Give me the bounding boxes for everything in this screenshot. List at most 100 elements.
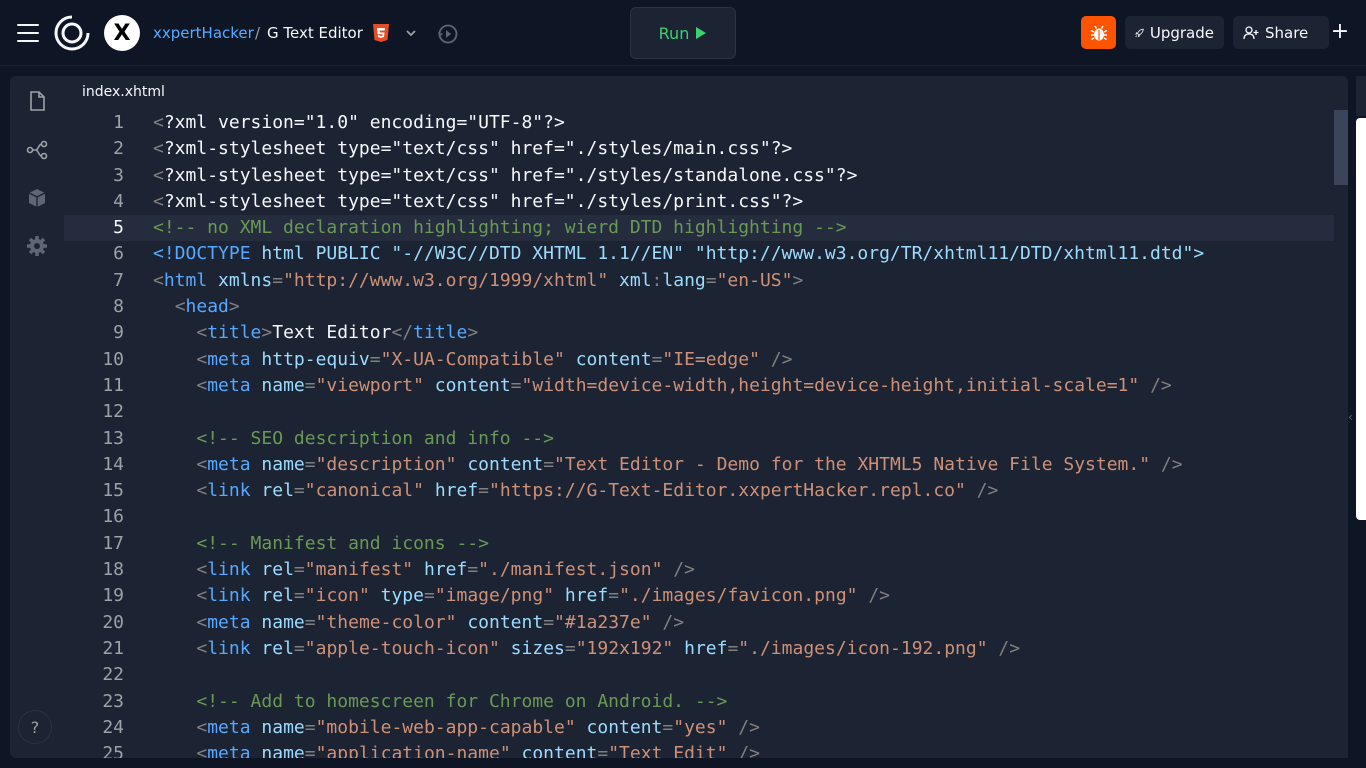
menu-icon[interactable] (17, 24, 39, 42)
bug-icon (1090, 25, 1107, 40)
code-token: "./images/icon-192.png" (738, 637, 988, 659)
code-line[interactable]: 14 <meta name="description" content="Tex… (64, 452, 1334, 478)
code-text: <html xmlns="http://www.w3.org/1999/xhtm… (153, 268, 803, 294)
code-line[interactable]: 2 <?xml-stylesheet type="text/css" href="… (64, 136, 1334, 162)
code-token: /> (1150, 453, 1183, 475)
code-token: /> (965, 480, 999, 502)
repl-owner-link[interactable]: xxpertHacker (153, 24, 254, 42)
code-token: "X-UA-Compatible" (380, 348, 565, 370)
code-text: <title>Text Editor</title> (153, 320, 478, 346)
code-token: > (261, 322, 273, 344)
code-text: <?xml-stylesheet type="text/css" href=".… (153, 189, 803, 215)
code-line[interactable]: 11 <meta name="viewport" content="width=… (64, 373, 1334, 399)
upgrade-label: Upgrade (1149, 23, 1214, 42)
code-line[interactable]: 6 <!DOCTYPE html PUBLIC "-//W3C//DTD XHTM… (64, 241, 1334, 267)
replit-logo-icon[interactable] (54, 15, 90, 51)
code-token: link (207, 559, 251, 581)
code-token: name (250, 743, 305, 758)
code-line[interactable]: 8 <head> (64, 294, 1334, 320)
git-icon[interactable] (26, 139, 48, 161)
code-line[interactable]: 10 <meta http-equiv="X-UA-Compatible" co… (64, 347, 1334, 373)
code-line[interactable]: 7 <html xmlns="http://www.w3.org/1999/xht… (64, 268, 1334, 294)
chevron-down-icon[interactable] (404, 26, 418, 40)
code-token: meta (207, 374, 251, 396)
line-number: 17 (102, 532, 124, 554)
code-token: Text Editor (272, 322, 392, 344)
code-token: "icon" (304, 585, 370, 607)
run-button[interactable]: Run (630, 7, 736, 59)
repl-name[interactable]: G Text Editor (267, 24, 363, 42)
code-token: < (196, 453, 208, 475)
file-icon[interactable] (26, 90, 48, 112)
code-line[interactable]: 25 <meta name="application-name" content… (64, 741, 1334, 758)
line-number: 14 (102, 453, 124, 475)
code-token: sizes (499, 637, 565, 659)
line-number: 6 (113, 243, 124, 265)
tab-index-xhtml[interactable]: index.xhtml (64, 76, 182, 110)
bug-report-button[interactable] (1081, 16, 1116, 49)
code-line[interactable]: 23 <!-- Add to homescreen for Chrome on … (64, 689, 1334, 715)
editor-scrollbar[interactable] (1334, 110, 1348, 758)
code-line[interactable]: 21 <link rel="apple-touch-icon" sizes="1… (64, 636, 1334, 662)
history-icon[interactable] (436, 22, 460, 46)
code-line[interactable]: 4 <?xml-stylesheet type="text/css" href="… (64, 189, 1334, 215)
code-token: content (456, 611, 544, 633)
code-token: <!-- no XML declaration highlighting; wi… (153, 217, 847, 239)
code-token: = (293, 637, 305, 659)
code-token: "Text Edit" (608, 743, 728, 758)
code-text: <link rel="manifest" href="./manifest.js… (153, 557, 695, 583)
chevron-left-icon[interactable]: ‹ (1348, 410, 1353, 424)
editor-scrollbar-thumb[interactable] (1334, 110, 1348, 185)
webview-panel[interactable] (1356, 118, 1366, 520)
code-editor[interactable]: 1 <?xml version="1.0" encoding="UTF-8"?> 2… (64, 110, 1334, 758)
code-token: < (196, 743, 208, 758)
code-line[interactable]: 13 <!-- SEO description and info --> (64, 426, 1334, 452)
help-button[interactable]: ? (18, 710, 52, 744)
code-line[interactable]: 19 <link rel="icon" type="image/png" hre… (64, 583, 1334, 609)
code-token: ?xml-stylesheet type="text/css" href="./… (163, 190, 804, 212)
line-number: 15 (102, 480, 124, 502)
code-token: = (651, 348, 663, 370)
code-line[interactable]: 17 <!-- Manifest and icons --> (64, 531, 1334, 557)
code-token: "canonical" (304, 480, 424, 502)
code-token: < (196, 374, 208, 396)
line-number: 2 (113, 138, 124, 160)
code-token: html PUBLIC "-//W3C//DTD XHTML 1.1//EN" … (250, 243, 1205, 265)
breadcrumb-separator: / (255, 24, 261, 42)
code-line[interactable]: 12 (64, 399, 1334, 425)
code-line[interactable]: 3 <?xml-stylesheet type="text/css" href="… (64, 163, 1334, 189)
code-token: rel (250, 480, 294, 502)
code-token: = (304, 453, 316, 475)
code-line[interactable]: 20 <meta name="theme-color" content="#1a… (64, 610, 1334, 636)
code-line[interactable]: 1 <?xml version="1.0" encoding="UTF-8"?> (64, 110, 1334, 136)
code-line[interactable]: 16 (64, 504, 1334, 530)
code-line[interactable]: 9 <title>Text Editor</title> (64, 320, 1334, 346)
code-token: = (423, 585, 435, 607)
line-number: 11 (102, 374, 124, 396)
code-line[interactable]: 5 <!-- no XML declaration highlighting; w… (64, 215, 1334, 242)
code-token: ?xml-stylesheet type="text/css" href="./… (163, 164, 858, 186)
settings-icon[interactable] (26, 235, 48, 257)
new-tab-button[interactable]: + (1330, 21, 1350, 43)
code-line[interactable]: 24 <meta name="mobile-web-app-capable" c… (64, 715, 1334, 741)
line-number: 8 (113, 296, 124, 318)
code-token: meta (207, 611, 251, 633)
code-token: "./images/favicon.png" (619, 585, 858, 607)
run-label: Run (658, 23, 690, 43)
code-token: content (575, 716, 663, 738)
line-number: 13 (102, 427, 124, 449)
code-token: = (304, 374, 316, 396)
share-button[interactable]: Share (1233, 16, 1329, 49)
packages-icon[interactable] (26, 187, 48, 209)
line-number: 7 (113, 269, 124, 291)
code-text: <link rel="icon" type="image/png" href="… (153, 583, 890, 609)
avatar[interactable]: X (104, 15, 140, 51)
code-token: = (543, 611, 555, 633)
upgrade-button[interactable]: Upgrade (1125, 16, 1224, 49)
code-line[interactable]: 15 <link rel="canonical" href="https://G… (64, 478, 1334, 504)
code-token: /> (1139, 374, 1172, 396)
code-line[interactable]: 22 (64, 662, 1334, 688)
code-line[interactable]: 18 <link rel="manifest" href="./manifest… (64, 557, 1334, 583)
